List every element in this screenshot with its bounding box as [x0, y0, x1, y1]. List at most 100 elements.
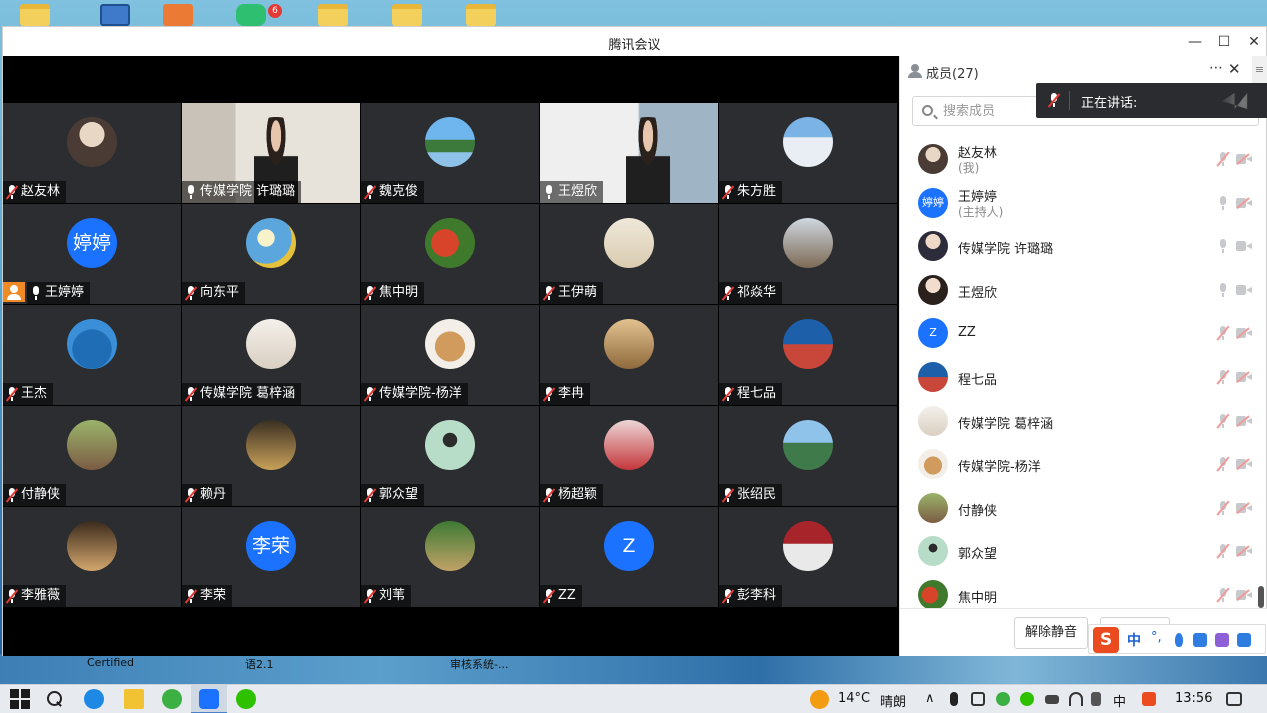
ime-toolbar[interactable]: S 中 °,: [1088, 624, 1266, 654]
wifi-icon[interactable]: [1069, 692, 1083, 706]
close-button[interactable]: ✕: [1240, 30, 1267, 54]
notification-center-icon[interactable]: [1226, 692, 1242, 706]
member-search-input[interactable]: [943, 101, 1043, 121]
weather-temperature[interactable]: 14°C: [838, 691, 870, 706]
video-tile[interactable]: 程七品: [719, 305, 897, 405]
video-tile[interactable]: 赖丹: [182, 406, 360, 506]
ime-keyboard-icon[interactable]: [1193, 633, 1207, 647]
camera-off-icon[interactable]: [1236, 196, 1252, 209]
weather-sun-icon[interactable]: [810, 690, 829, 709]
ime-punctuation-toggle[interactable]: °,: [1151, 630, 1162, 645]
mic-muted-icon[interactable]: [1216, 369, 1230, 385]
video-tile[interactable]: 付静侠: [3, 406, 181, 506]
sogou-tray-icon[interactable]: [1142, 692, 1156, 706]
tray-device-icon[interactable]: [971, 692, 985, 706]
video-tile[interactable]: 赵友林: [3, 103, 181, 203]
camera-icon[interactable]: [1236, 284, 1252, 295]
camera-off-icon[interactable]: [1236, 153, 1252, 165]
unmute-button[interactable]: 解除静音: [1014, 617, 1088, 649]
member-row[interactable]: 王煜欣: [900, 269, 1252, 312]
mic-muted-icon[interactable]: [1216, 456, 1230, 472]
mic-muted-icon[interactable]: [1216, 544, 1230, 559]
camera-icon[interactable]: [1236, 241, 1252, 252]
volume-icon[interactable]: [1091, 692, 1101, 706]
start-menu-icon[interactable]: [10, 689, 30, 709]
tray-app-icon[interactable]: [996, 692, 1010, 706]
wechat-icon[interactable]: [236, 689, 256, 709]
clock[interactable]: 13:56: [1175, 691, 1212, 706]
window-titlebar[interactable]: 腾讯会议 — ☐ ✕: [3, 27, 1266, 56]
mic-icon[interactable]: [1218, 239, 1228, 254]
member-row[interactable]: 传媒学院 许璐璐: [900, 225, 1252, 268]
camera-off-icon[interactable]: [1236, 545, 1252, 558]
video-tile[interactable]: 婷婷 王婷婷: [3, 204, 181, 304]
video-tile[interactable]: 王伊萌: [540, 204, 718, 304]
ime-skin-icon[interactable]: [1215, 633, 1229, 647]
member-row[interactable]: 传媒学院-杨洋: [900, 443, 1252, 486]
video-tile[interactable]: Z ZZ: [540, 507, 718, 607]
camera-off-icon[interactable]: [1236, 327, 1252, 340]
tencent-meeting-icon[interactable]: [199, 689, 219, 709]
video-tile[interactable]: 传媒学院 葛梓涵: [182, 305, 360, 405]
video-tile[interactable]: 刘苇: [361, 507, 539, 607]
mic-muted-icon[interactable]: [1216, 151, 1230, 167]
member-row[interactable]: Z ZZ: [900, 312, 1252, 355]
camera-off-icon[interactable]: [1236, 502, 1252, 514]
ime-toolbox-icon[interactable]: [1237, 633, 1251, 647]
mic-muted-icon[interactable]: [1216, 413, 1230, 428]
video-tile[interactable]: 张绍民: [719, 406, 897, 506]
search-icon[interactable]: [44, 689, 64, 709]
desktop-folder-icon[interactable]: [318, 4, 348, 26]
tray-expand-icon[interactable]: ∧: [925, 691, 935, 706]
desktop-computer-icon[interactable]: [100, 4, 130, 26]
tray-mic-icon[interactable]: [950, 692, 958, 706]
member-row[interactable]: 程七品: [900, 356, 1252, 399]
video-tile[interactable]: 传媒学院 许璐璐: [182, 103, 360, 203]
video-tile[interactable]: 李雅薇: [3, 507, 181, 607]
camera-off-icon[interactable]: [1236, 371, 1252, 383]
member-row[interactable]: 赵友林 (我): [900, 138, 1252, 181]
mic-icon[interactable]: [1218, 195, 1228, 210]
ime-voice-icon[interactable]: [1175, 633, 1183, 647]
camera-off-icon[interactable]: [1236, 589, 1252, 601]
member-row[interactable]: 郭众望: [900, 530, 1252, 573]
video-tile[interactable]: 李荣 李荣: [182, 507, 360, 607]
file-explorer-icon[interactable]: [124, 689, 144, 709]
mic-muted-icon[interactable]: [1216, 500, 1230, 516]
video-tile[interactable]: 祁焱华: [719, 204, 897, 304]
video-tile[interactable]: 焦中明: [361, 204, 539, 304]
weather-condition[interactable]: 晴朗: [880, 691, 906, 710]
member-row[interactable]: 付静侠: [900, 487, 1252, 530]
video-tile[interactable]: 向东平: [182, 204, 360, 304]
video-tile[interactable]: 传媒学院-杨洋: [361, 305, 539, 405]
video-tile[interactable]: 杨超颖: [540, 406, 718, 506]
mic-muted-icon[interactable]: [1216, 587, 1230, 603]
member-row[interactable]: 婷婷 王婷婷 (主持人): [900, 182, 1252, 225]
minimize-button[interactable]: —: [1181, 30, 1209, 54]
video-tile[interactable]: 李冉: [540, 305, 718, 405]
desktop-item-label[interactable]: 语2.1: [245, 656, 274, 672]
mic-muted-icon[interactable]: [1216, 326, 1230, 341]
camera-off-icon[interactable]: [1236, 414, 1252, 427]
video-tile[interactable]: 彭李科: [719, 507, 897, 607]
camera-off-icon[interactable]: [1236, 458, 1252, 470]
video-tile[interactable]: 魏克俊: [361, 103, 539, 203]
member-row[interactable]: 传媒学院 葛梓涵: [900, 400, 1252, 443]
battery-icon[interactable]: [1045, 695, 1059, 704]
desktop-green-app-icon[interactable]: [236, 4, 266, 26]
edge-browser-icon[interactable]: [162, 689, 182, 709]
desktop-app-icon[interactable]: [163, 4, 193, 26]
mic-icon[interactable]: [1218, 282, 1228, 297]
video-tile[interactable]: 王煜欣: [540, 103, 718, 203]
desktop-folder-icon[interactable]: [466, 4, 496, 26]
member-row[interactable]: 焦中明: [900, 574, 1252, 608]
panel-menu-icon[interactable]: ≡: [1252, 56, 1267, 84]
video-tile[interactable]: 朱方胜: [719, 103, 897, 203]
browser-icon[interactable]: [84, 689, 104, 709]
close-panel-button[interactable]: ✕: [1228, 60, 1241, 78]
maximize-button[interactable]: ☐: [1210, 30, 1238, 54]
more-options-button[interactable]: ⋯: [1209, 60, 1223, 76]
desktop-folder-icon[interactable]: [20, 4, 50, 26]
desktop-item-label[interactable]: 审核系统-...: [450, 656, 508, 672]
desktop-folder-icon[interactable]: [392, 4, 422, 26]
